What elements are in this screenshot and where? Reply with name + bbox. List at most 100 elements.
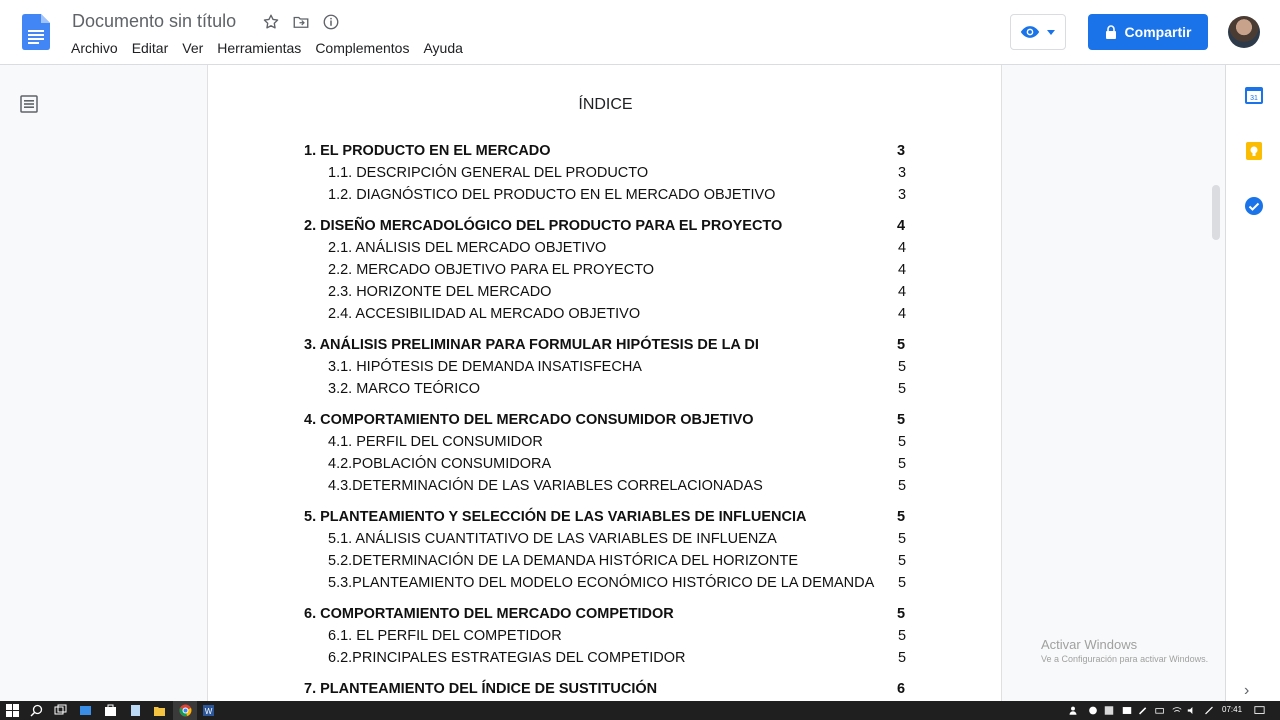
toc-subsection[interactable]: 3.2. MARCO TEÓRICO [328,381,480,401]
volume-icon[interactable] [1187,704,1197,717]
toc-page-number: 5 [898,650,907,666]
toc-subsection[interactable]: 6.1. EL PERFIL DEL COMPETIDOR [328,628,562,648]
share-label: Compartir [1124,24,1192,40]
docs-header: Documento sin título Archivo Editar Ver … [0,0,1280,65]
pen-workspace-icon[interactable] [1204,704,1214,717]
menu-bar: Archivo Editar Ver Herramientas Compleme… [71,40,477,56]
toc-subsection[interactable]: 5.3.PLANTEAMIENTO DEL MODELO ECONÓMICO H… [328,575,874,595]
tray-icon[interactable] [1122,704,1132,717]
toc-page-number: 5 [898,553,907,569]
toc-subsection[interactable]: 4.1. PERFIL DEL CONSUMIDOR [328,434,543,454]
document-page[interactable]: ÍNDICE 1. EL PRODUCTO EN EL MERCADO 3 1.1.… [207,65,1002,701]
document-outline-icon[interactable] [20,95,38,113]
vertical-scrollbar[interactable] [1212,185,1220,240]
windows-start-icon[interactable] [6,704,19,717]
toc-page-number: 6 [897,681,906,697]
tray-icon[interactable] [1104,704,1114,717]
file-explorer-icon[interactable] [153,704,166,717]
toc-subsection[interactable]: 6.2.PRINCIPALES ESTRATEGIAS DEL COMPETID… [328,650,685,670]
star-icon[interactable] [261,12,281,32]
menu-herramientas[interactable]: Herramientas [217,40,301,56]
toc-section[interactable]: 5. PLANTEAMIENTO Y SELECCIÓN DE LAS VARI… [304,509,806,529]
toc-section[interactable]: 1. EL PRODUCTO EN EL MERCADO [304,143,551,163]
title-actions [261,12,341,32]
chevron-right-icon[interactable]: › [1244,682,1249,700]
notifications-icon[interactable] [1254,704,1265,717]
document-title[interactable]: Documento sin título [72,11,236,32]
toc-page-number: 5 [898,628,907,644]
windows-taskbar: W 07:41 [0,701,1280,720]
menu-ayuda[interactable]: Ayuda [423,40,462,56]
task-view-icon[interactable] [54,704,67,717]
toc-page-number: 5 [897,412,906,428]
chrome-icon [179,704,192,717]
tasks-icon[interactable] [1244,196,1264,216]
toc-section[interactable]: 7. PLANTEAMIENTO DEL ÍNDICE DE SUSTITUCI… [304,681,657,701]
toc-page-number: 5 [898,381,907,397]
toc-page-number: 4 [898,284,907,300]
toc-page-number: 4 [898,306,907,322]
toc-page-number: 5 [898,531,907,547]
toc-subsection[interactable]: 4.3.DETERMINACIÓN DE LAS VARIABLES CORRE… [328,478,763,498]
tray-icon[interactable] [1088,704,1098,717]
menu-ver[interactable]: Ver [182,40,203,56]
people-icon[interactable] [1068,704,1078,717]
toc-subsection[interactable]: 2.3. HORIZONTE DEL MERCADO [328,284,551,304]
toc-page-number: 3 [898,165,907,181]
svg-text:W: W [205,707,213,716]
menu-complementos[interactable]: Complementos [315,40,409,56]
toc-page-number: 5 [897,337,906,353]
taskbar-app-icon[interactable] [129,704,142,717]
toc-subsection[interactable]: 3.1. HIPÓTESIS DE DEMANDA INSATISFECHA [328,359,642,379]
toc-section[interactable]: 2. DISEÑO MERCADOLÓGICO DEL PRODUCTO PAR… [304,218,782,238]
toc-section[interactable]: 3. ANÁLISIS PRELIMINAR PARA FORMULAR HIP… [304,337,759,357]
toc-subsection[interactable]: 4.2.POBLACIÓN CONSUMIDORA [328,456,551,476]
toc-page-number: 5 [898,478,907,494]
share-button[interactable]: Compartir [1088,14,1208,50]
toc-page-number: 5 [898,456,907,472]
toc-subsection[interactable]: 2.1. ANÁLISIS DEL MERCADO OBJETIVO [328,240,606,260]
toc-page-number: 5 [898,359,907,375]
calendar-icon[interactable]: 31 [1244,85,1264,105]
toc-page-number: 4 [897,218,906,234]
network-icon[interactable] [1172,704,1182,717]
search-icon[interactable] [30,704,43,717]
keep-icon[interactable] [1244,141,1264,161]
word-icon[interactable]: W [202,704,215,717]
toc-page-number: 5 [898,434,907,450]
view-mode-button[interactable] [1010,14,1066,50]
menu-archivo[interactable]: Archivo [71,40,118,56]
activation-watermark-title: Activar Windows [1041,637,1138,652]
toc-page-number: 5 [897,509,906,525]
activation-watermark-subtitle: Ve a Configuración para activar Windows. [1041,654,1209,664]
store-icon[interactable] [104,704,117,717]
pen-icon[interactable] [1138,704,1148,717]
toc-page-number: 3 [897,143,906,159]
google-docs-logo-icon[interactable] [22,14,50,50]
battery-icon[interactable] [1155,704,1165,717]
calendar-day: 31 [1250,95,1258,102]
taskbar-app-icon[interactable] [79,704,92,717]
chevron-down-icon [1047,30,1055,35]
move-to-folder-icon[interactable] [291,12,311,32]
side-panel: 31 [1225,65,1280,701]
eye-icon [1020,26,1040,38]
toc-section[interactable]: 6. COMPORTAMIENTO DEL MERCADO COMPETIDOR [304,606,674,626]
toc-page-number: 5 [897,606,906,622]
document-status-icon[interactable] [321,12,341,32]
taskbar-active-app[interactable] [173,701,197,720]
toc-page-number: 4 [898,262,907,278]
toc-subsection[interactable]: 2.4. ACCESIBILIDAD AL MERCADO OBJETIVO [328,306,640,326]
menu-editar[interactable]: Editar [132,40,169,56]
toc-subsection[interactable]: 5.1. ANÁLISIS CUANTITATIVO DE LAS VARIAB… [328,531,777,551]
toc-subsection[interactable]: 1.2. DIAGNÓSTICO DEL PRODUCTO EN EL MERC… [328,187,775,207]
toc-subsection[interactable]: 5.2.DETERMINACIÓN DE LA DEMANDA HISTÓRIC… [328,553,798,573]
page-heading: ÍNDICE [578,96,633,113]
toc-subsection[interactable]: 2.2. MERCADO OBJETIVO PARA EL PROYECTO [328,262,654,282]
toc-page-number: 4 [898,240,907,256]
toc-subsection[interactable]: 1.1. DESCRIPCIÓN GENERAL DEL PRODUCTO [328,165,648,185]
taskbar-clock[interactable]: 07:41 [1222,705,1242,714]
user-avatar[interactable] [1228,16,1260,48]
toc-page-number: 5 [898,575,907,591]
toc-section[interactable]: 4. COMPORTAMIENTO DEL MERCADO CONSUMIDOR… [304,412,754,432]
